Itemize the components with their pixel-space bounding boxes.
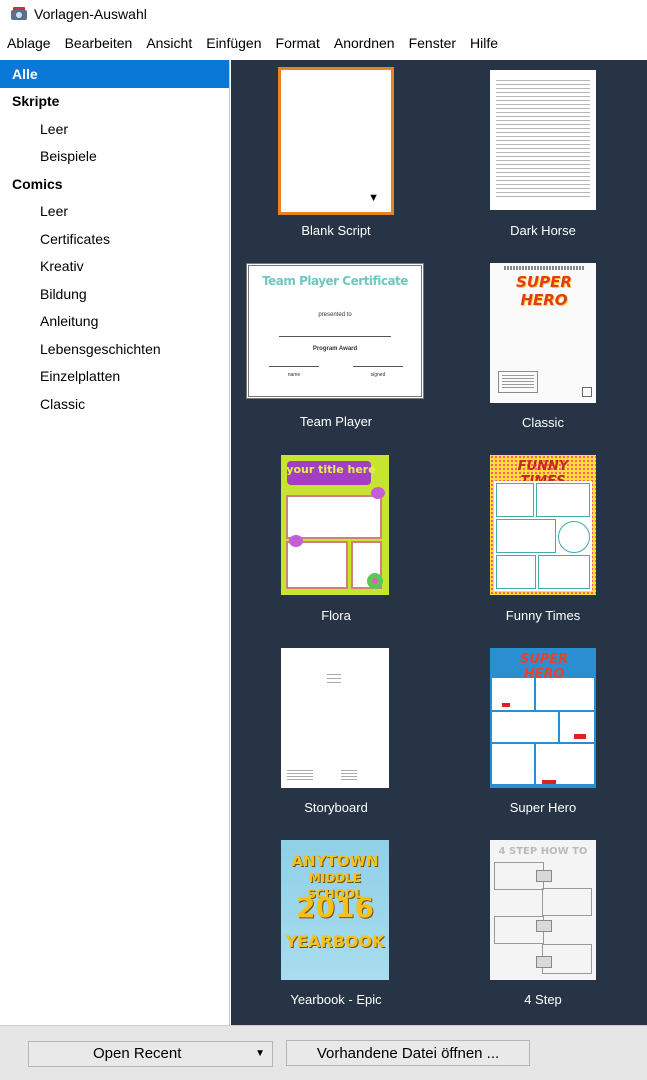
yearbook-school-line-1: ANYTOWN [291, 852, 379, 870]
template-label-classic: Classic [522, 415, 564, 430]
sidebar-item-anleitung[interactable]: Anleitung [0, 308, 229, 336]
template-label-super-hero: Super Hero [509, 800, 577, 815]
script-text-lines [496, 80, 590, 200]
sidebar-item-comics-leer[interactable]: Leer [0, 198, 229, 226]
certificate-presented-to: presented to [318, 312, 352, 318]
yearbook-year: 2016 [296, 891, 374, 924]
sidebar-item-bildung[interactable]: Bildung [0, 280, 229, 308]
menu-fenster[interactable]: Fenster [409, 35, 456, 51]
template-label-blank-script: Blank Script [301, 223, 371, 238]
sidebar-item-skripte-leer[interactable]: Leer [0, 115, 229, 143]
open-recent-label: Open Recent [93, 1045, 182, 1062]
template-thumb-funny-times[interactable]: FUNNY TIMES [490, 455, 596, 595]
template-label-yearbook-epic: Yearbook - Epic [290, 992, 382, 1007]
certificate-signed-line: signed [370, 372, 386, 378]
category-sidebar: Alle Skripte Leer Beispiele Comics Leer … [0, 60, 230, 1078]
sidebar-item-lebensgeschichten[interactable]: Lebensgeschichten [0, 335, 229, 363]
template-thumb-4-step[interactable]: 4 STEP HOW TO [490, 840, 596, 980]
template-label-funny-times: Funny Times [505, 608, 581, 623]
template-label-storyboard: Storyboard [304, 800, 368, 815]
yearbook-word: YEARBOOK [285, 932, 385, 951]
sidebar-item-certificates[interactable]: Certificates [0, 225, 229, 253]
template-label-flora: Flora [321, 608, 351, 623]
menu-bearbeiten[interactable]: Bearbeiten [65, 35, 133, 51]
sidebar-item-einzelplatten[interactable]: Einzelplatten [0, 363, 229, 391]
template-thumb-classic[interactable]: SUPER HERO [490, 263, 596, 403]
certificate-heading: Team Player Certificate [262, 274, 408, 288]
chevron-down-icon[interactable]: ▼ [255, 1048, 265, 1059]
app-camera-icon [10, 6, 28, 22]
menu-bar: Ablage Bearbeiten Ansicht Einfügen Forma… [0, 28, 647, 58]
template-thumb-blank-script[interactable]: ▼ [278, 67, 394, 215]
menu-ablage[interactable]: Ablage [7, 35, 51, 51]
certificate-award: Program Award [312, 346, 358, 352]
menu-anordnen[interactable]: Anordnen [334, 35, 395, 51]
template-gallery: ▼ Blank Script Dark Horse Team Player Ce… [231, 60, 647, 1025]
template-thumb-team-player[interactable]: Team Player Certificate presented to Pro… [246, 263, 424, 399]
menu-einfuegen[interactable]: Einfügen [206, 35, 261, 51]
sidebar-header-skripte[interactable]: Skripte [0, 88, 229, 116]
sidebar-item-beispiele[interactable]: Beispiele [0, 143, 229, 171]
menu-format[interactable]: Format [276, 35, 320, 51]
template-thumb-dark-horse[interactable] [490, 70, 596, 210]
flora-title: your title here [286, 463, 376, 476]
sidebar-item-classic[interactable]: Classic [0, 390, 229, 418]
open-existing-file-button[interactable]: Vorhandene Datei öffnen ... [286, 1040, 530, 1066]
template-label-team-player: Team Player [299, 414, 373, 429]
template-thumb-storyboard[interactable] [281, 648, 389, 788]
menu-hilfe[interactable]: Hilfe [470, 35, 498, 51]
certificate-name-line: name [287, 372, 301, 378]
template-thumb-super-hero[interactable]: SUPER HERO [490, 648, 596, 788]
template-label-4-step: 4 Step [524, 992, 562, 1007]
window-title: Vorlagen-Auswahl [34, 6, 147, 22]
sidebar-item-alle[interactable]: Alle [0, 60, 229, 88]
four-step-title: 4 STEP HOW TO [498, 846, 588, 857]
title-bar: Vorlagen-Auswahl [0, 0, 647, 28]
open-recent-button[interactable]: Open Recent ▼ [28, 1041, 273, 1067]
sidebar-header-comics[interactable]: Comics [0, 170, 229, 198]
dropdown-arrow-icon: ▼ [368, 192, 379, 204]
bottom-bar: Open Recent ▼ Vorhandene Datei öffnen ..… [0, 1025, 647, 1080]
sidebar-item-kreativ[interactable]: Kreativ [0, 253, 229, 281]
template-thumb-flora[interactable]: your title here [281, 455, 389, 595]
template-label-dark-horse: Dark Horse [510, 223, 576, 238]
menu-ansicht[interactable]: Ansicht [146, 35, 192, 51]
classic-title: SUPER HERO [516, 273, 572, 309]
template-thumb-yearbook-epic[interactable]: ANYTOWN MIDDLE SCHOOL 2016 YEARBOOK [281, 840, 389, 980]
